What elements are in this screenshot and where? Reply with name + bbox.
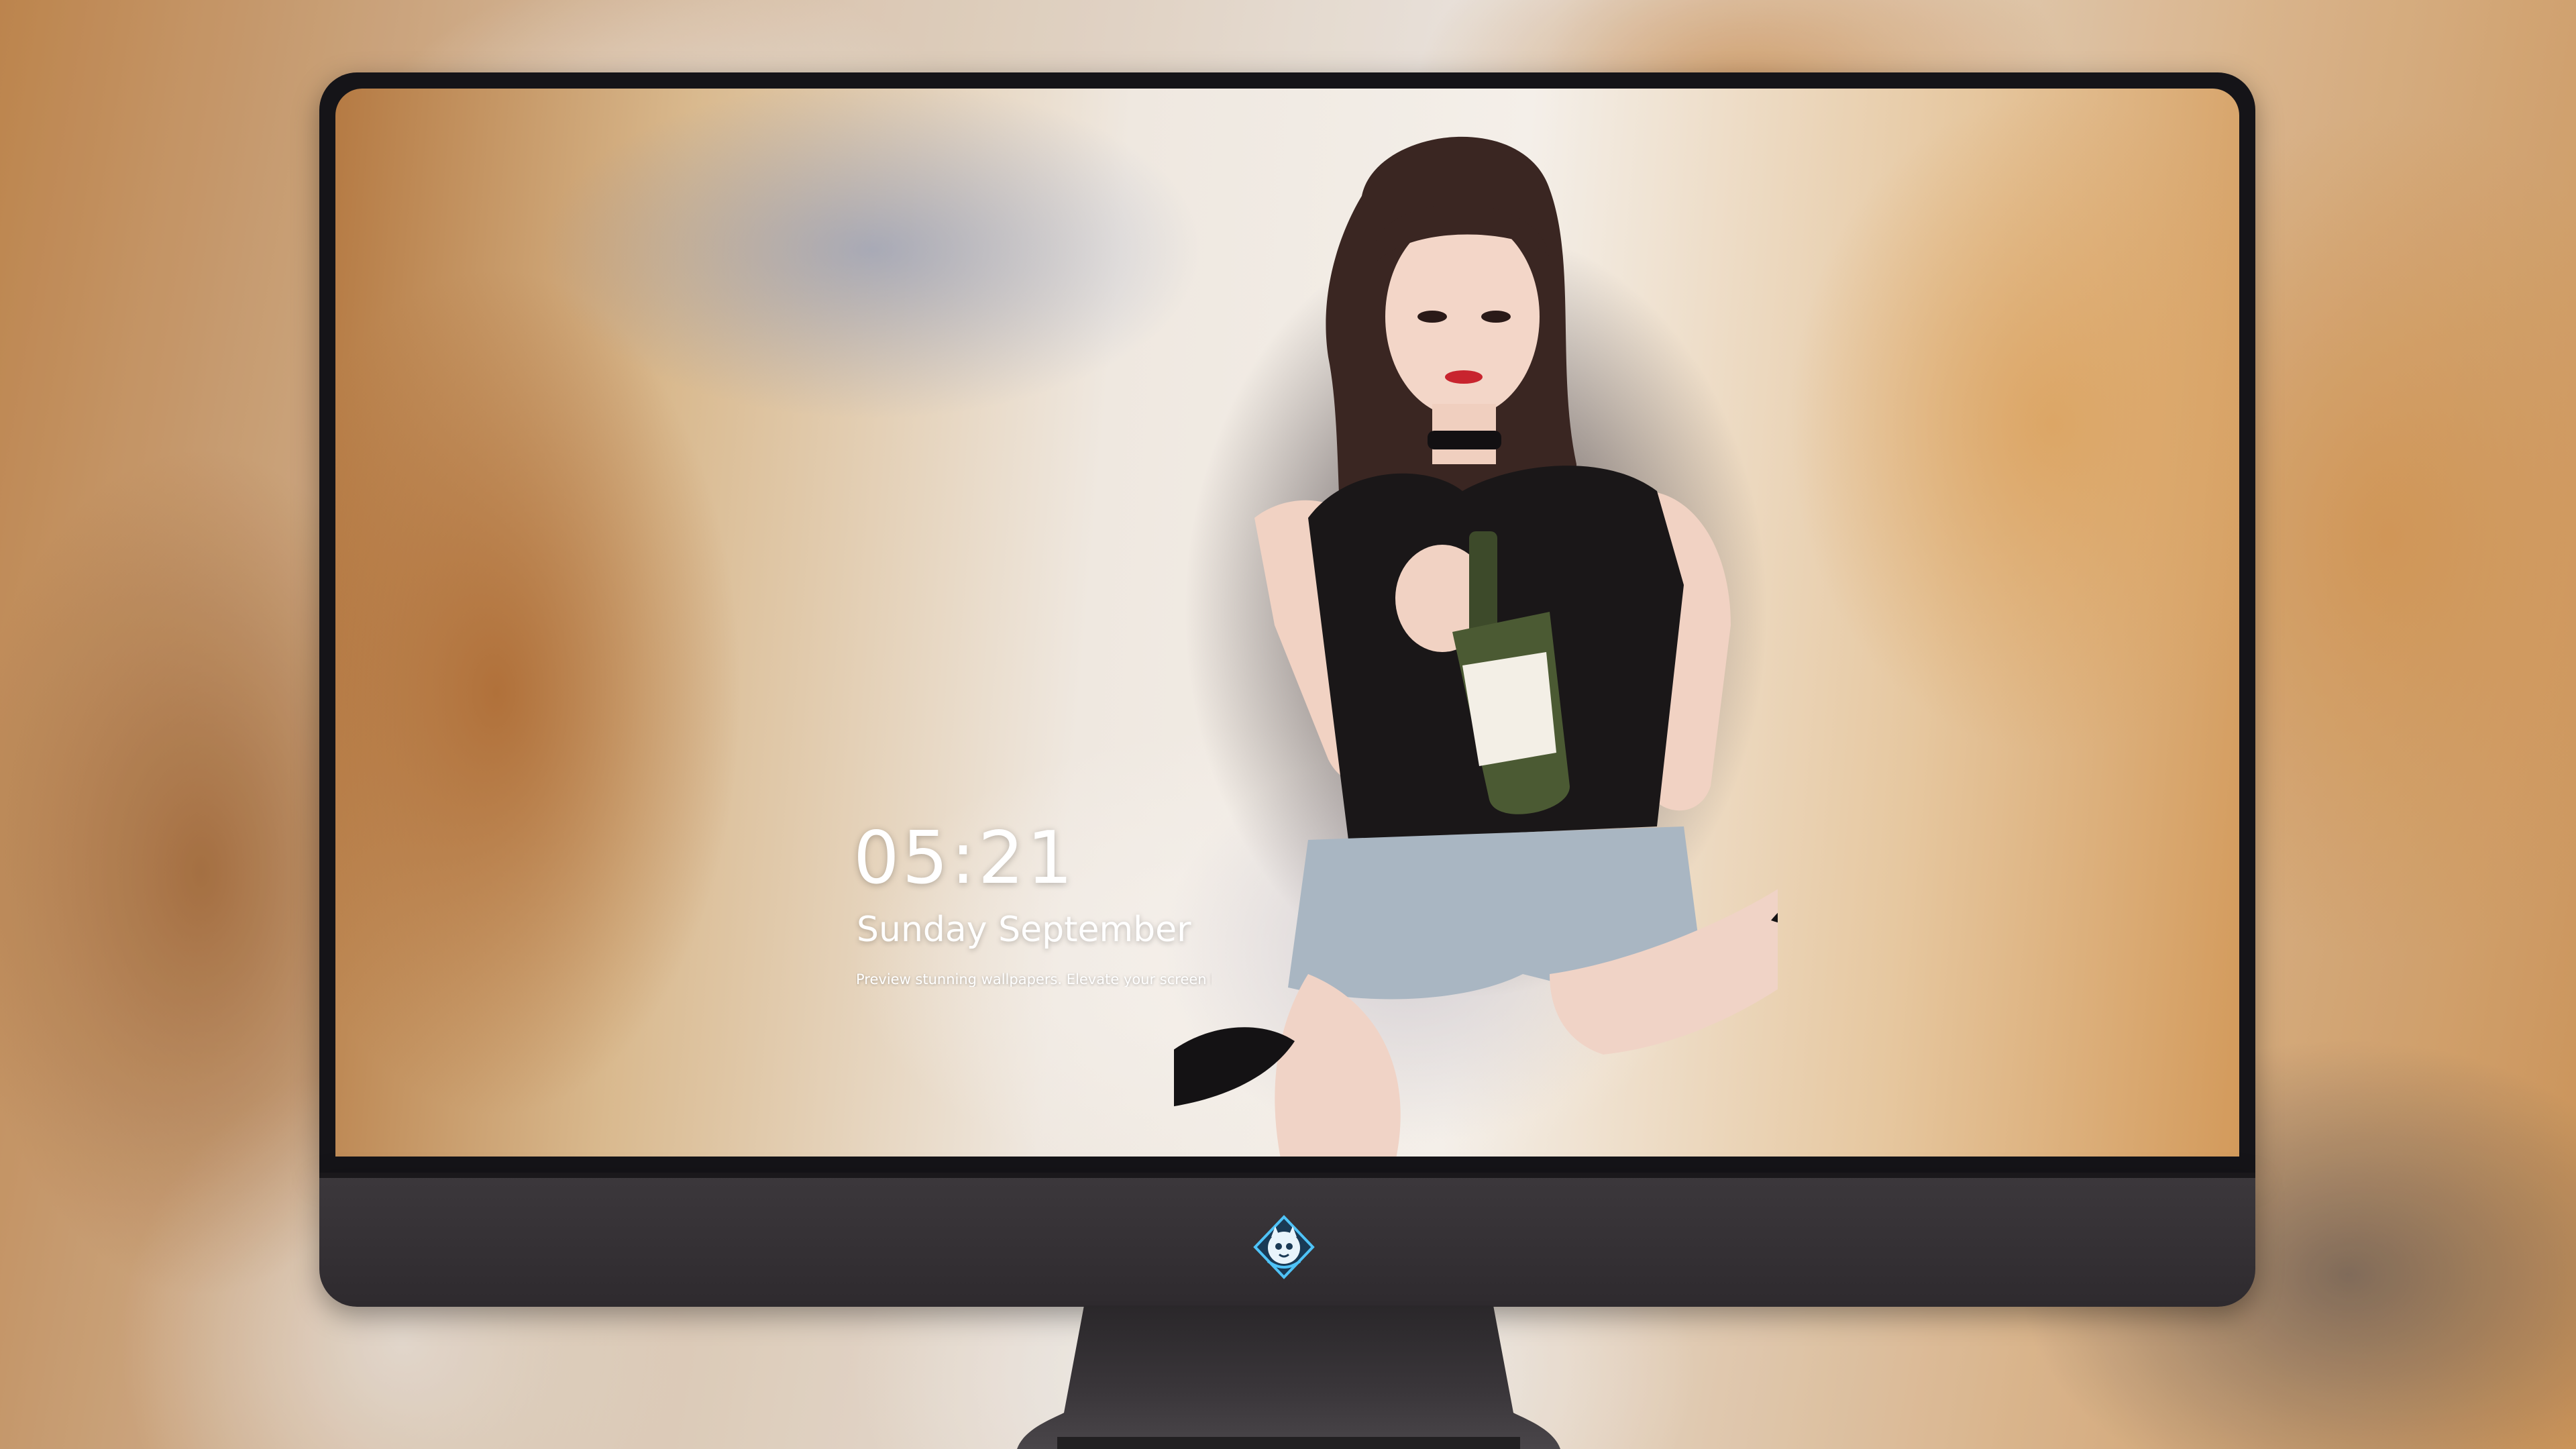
wallpaper-figure — [1174, 136, 1778, 1157]
lockscreen-clock: 05:21 — [853, 816, 1076, 900]
mascot-logo-icon — [1253, 1215, 1315, 1279]
chin-divider — [319, 1173, 2255, 1178]
lockscreen-date: Sunday September — [857, 910, 1191, 950]
monitor-stand — [1017, 1305, 1560, 1449]
monitor: 05:21 Sunday September Preview stunning … — [319, 72, 2255, 1307]
desktop-preview-scene: 05:21 Sunday September Preview stunning … — [0, 0, 2576, 1449]
monitor-bezel: 05:21 Sunday September Preview stunning … — [319, 72, 2255, 1173]
monitor-screen: 05:21 Sunday September Preview stunning … — [335, 89, 2239, 1157]
monitor-chin — [319, 1173, 2255, 1307]
lockscreen-tagline: Preview stunning wallpapers. Elevate you… — [856, 973, 1212, 987]
